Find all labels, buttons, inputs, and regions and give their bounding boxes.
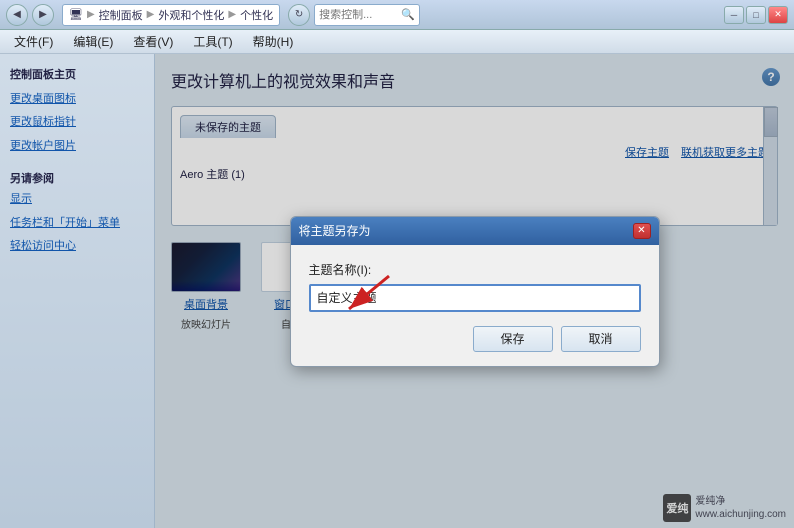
menu-help[interactable]: 帮助(H) <box>247 31 300 52</box>
minimize-button[interactable]: ─ <box>724 6 744 24</box>
search-bar[interactable]: 🔍 <box>314 4 420 26</box>
content-area: 更改计算机上的视觉效果和声音 ? 未保存的主题 保存主题 联机获取更多主题 Ae… <box>155 54 794 528</box>
back-button[interactable]: ◀ <box>6 4 28 26</box>
dialog-overlay: 将主题另存为 ✕ 主题名称(I): <box>155 54 794 528</box>
sidebar: 控制面板主页 更改桌面图标 更改鼠标指针 更改帐户图片 另请参阅 显示 任务栏和… <box>0 54 155 528</box>
title-bar-left: ◀ ▶ 🖥 ▶ 控制面板 ▶ 外观和个性化 ▶ 个性化 ↻ 🔍 <box>6 4 420 26</box>
dialog-cancel-button[interactable]: 取消 <box>561 326 641 352</box>
sidebar-title: 控制面板主页 <box>10 66 144 82</box>
breadcrumb-personalize[interactable]: 个性化 <box>240 7 273 23</box>
window-controls: ─ □ ✕ <box>724 6 788 24</box>
dialog-close-button[interactable]: ✕ <box>633 223 651 239</box>
dialog-body: 主题名称(I): <box>291 245 659 366</box>
sidebar-link-display[interactable]: 显示 <box>10 192 144 207</box>
main-layout: 控制面板主页 更改桌面图标 更改鼠标指针 更改帐户图片 另请参阅 显示 任务栏和… <box>0 54 794 528</box>
breadcrumb-sep2: ▶ <box>147 9 155 20</box>
search-input[interactable] <box>319 9 399 21</box>
dialog-title-bar: 将主题另存为 ✕ <box>291 217 659 245</box>
menu-edit[interactable]: 编辑(E) <box>67 31 119 52</box>
maximize-button[interactable]: □ <box>746 6 766 24</box>
forward-button[interactable]: ▶ <box>32 4 54 26</box>
breadcrumb-sep3: ▶ <box>228 9 236 20</box>
menu-bar: 文件(F) 编辑(E) 查看(V) 工具(T) 帮助(H) <box>0 30 794 54</box>
sidebar-also-see-title: 另请参阅 <box>10 170 144 186</box>
sidebar-link-mouse-pointer[interactable]: 更改鼠标指针 <box>10 115 144 130</box>
menu-file[interactable]: 文件(F) <box>8 31 59 52</box>
window-close-button[interactable]: ✕ <box>768 6 788 24</box>
breadcrumb-root-icon: 🖥 <box>69 8 83 21</box>
sidebar-also-see: 另请参阅 显示 任务栏和「开始」菜单 轻松访问中心 <box>10 170 144 254</box>
dialog-save-button[interactable]: 保存 <box>473 326 553 352</box>
breadcrumb-control-panel[interactable]: 控制面板 <box>99 7 143 23</box>
search-icon: 🔍 <box>401 8 415 21</box>
breadcrumb-sep1: ▶ <box>87 9 95 20</box>
arrow-indicator <box>329 271 409 321</box>
dialog-buttons: 保存 取消 <box>309 326 641 352</box>
title-bar: ◀ ▶ 🖥 ▶ 控制面板 ▶ 外观和个性化 ▶ 个性化 ↻ 🔍 ─ □ ✕ <box>0 0 794 30</box>
menu-tools[interactable]: 工具(T) <box>187 31 238 52</box>
sidebar-link-desktop-icons[interactable]: 更改桌面图标 <box>10 92 144 107</box>
refresh-button[interactable]: ↻ <box>288 4 310 26</box>
sidebar-link-account-pic[interactable]: 更改帐户图片 <box>10 139 144 154</box>
save-theme-dialog: 将主题另存为 ✕ 主题名称(I): <box>290 216 660 367</box>
menu-view[interactable]: 查看(V) <box>127 31 179 52</box>
sidebar-link-accessibility[interactable]: 轻松访问中心 <box>10 239 144 254</box>
breadcrumb-appearance[interactable]: 外观和个性化 <box>158 7 224 23</box>
breadcrumb: 🖥 ▶ 控制面板 ▶ 外观和个性化 ▶ 个性化 <box>62 4 280 26</box>
dialog-title: 将主题另存为 <box>299 222 371 239</box>
sidebar-link-taskbar[interactable]: 任务栏和「开始」菜单 <box>10 216 144 231</box>
